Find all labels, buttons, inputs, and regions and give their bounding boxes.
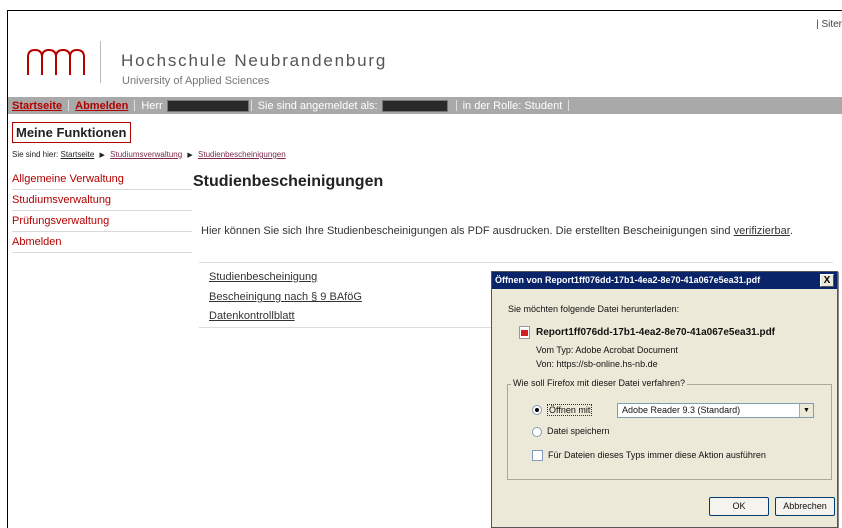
file-source-line: Von: https://sb-online.hs-nb.de [536,359,658,369]
sidebar-item-studiumsverwaltung[interactable]: Studiumsverwaltung [12,190,192,211]
logged-in-label: Sie sind angemeldet als: [257,99,378,112]
breadcrumb-prefix: Sie sind hier: [12,150,59,159]
open-with-value: Adobe Reader 9.3 (Standard) [622,405,741,415]
sidebar-item-allgemeine-verwaltung[interactable]: Allgemeine Verwaltung [12,169,192,190]
top-nav-bar: Startseite Abmelden Herr Sie sind angeme… [8,97,842,114]
redacted-username [381,99,448,112]
breadcrumb: Sie sind hier: Startseite ▶ Studiumsverw… [12,150,286,159]
site-link-fragment[interactable]: | Siter [816,19,842,30]
meine-funktionen-heading: Meine Funktionen [12,122,131,143]
always-do-checkbox[interactable] [532,450,543,461]
always-do-label[interactable]: Für Dateien dieses Typs immer diese Akti… [548,450,766,460]
datenkontrollblatt-link[interactable]: Datenkontrollblatt [209,310,295,322]
save-file-label[interactable]: Datei speichern [547,426,610,436]
university-logo [27,48,85,75]
browser-page: | Siter Hochschule Neubrandenburg Univer… [7,10,842,528]
open-with-radio[interactable] [532,405,542,415]
dialog-titlebar[interactable]: Öffnen von Report1ff076dd-17b1-4ea2-8e70… [492,272,837,289]
nav-separator [250,100,252,111]
intro-text: Hier können Sie sich Ihre Studienbeschei… [201,225,793,237]
file-type-line: Vom Typ: Adobe Acrobat Document [536,345,678,355]
logo-divider [100,41,101,83]
brand-title: Hochschule Neubrandenburg [121,51,388,70]
action-group-label: Wie soll Firefox mit dieser Datei verfah… [511,378,688,388]
save-file-radio[interactable] [532,427,542,437]
breadcrumb-studienbescheinigungen[interactable]: Studienbescheinigungen [198,150,286,159]
pdf-file-icon [519,326,530,339]
intro-period: . [789,225,793,237]
download-filename: Report1ff076dd-17b1-4ea2-8e70-41a067e5ea… [536,327,776,338]
close-icon[interactable]: X [820,274,834,287]
salutation: Herr [141,99,163,112]
cancel-button[interactable]: Abbrechen [775,497,835,516]
breadcrumb-studiumsverwaltung[interactable]: Studiumsverwaltung [110,150,182,159]
nav-separator [134,100,136,111]
dropdown-arrow-icon[interactable]: ▼ [799,404,813,417]
verifizierbar-link[interactable]: verifizierbar [734,225,790,237]
intro-sentence: Hier können Sie sich Ihre Studienbeschei… [201,225,731,237]
download-dialog: Öffnen von Report1ff076dd-17b1-4ea2-8e70… [491,271,838,528]
bafoeg-bescheinigung-link[interactable]: Bescheinigung nach § 9 BAföG [209,291,362,303]
startseite-link[interactable]: Startseite [8,100,66,112]
breadcrumb-arrow-icon: ▶ [187,152,193,159]
page-title: Studienbescheinigungen [193,173,384,190]
role-label: in der Rolle: Student [462,99,563,112]
redacted-name [166,99,249,112]
dialog-title: Öffnen von Report1ff076dd-17b1-4ea2-8e70… [495,275,761,285]
nav-separator [68,100,70,111]
studienbescheinigung-link[interactable]: Studienbescheinigung [209,271,317,283]
nav-separator [568,100,570,111]
sidebar-item-pruefungsverwaltung[interactable]: Prüfungsverwaltung [12,211,192,232]
open-with-select[interactable]: Adobe Reader 9.3 (Standard) ▼ [617,403,814,418]
nav-separator [455,100,457,111]
brand-subtitle: University of Applied Sciences [122,75,270,87]
breadcrumb-arrow-icon: ▶ [99,152,105,159]
abmelden-link[interactable]: Abmelden [71,100,132,112]
breadcrumb-startseite[interactable]: Startseite [60,150,94,159]
sidebar-item-abmelden[interactable]: Abmelden [12,232,192,253]
download-prompt: Sie möchten folgende Datei herunterladen… [508,304,680,314]
ok-button[interactable]: OK [709,497,769,516]
open-with-label[interactable]: Öffnen mit [547,404,593,416]
side-navigation: Allgemeine Verwaltung Studiumsverwaltung… [12,169,192,253]
